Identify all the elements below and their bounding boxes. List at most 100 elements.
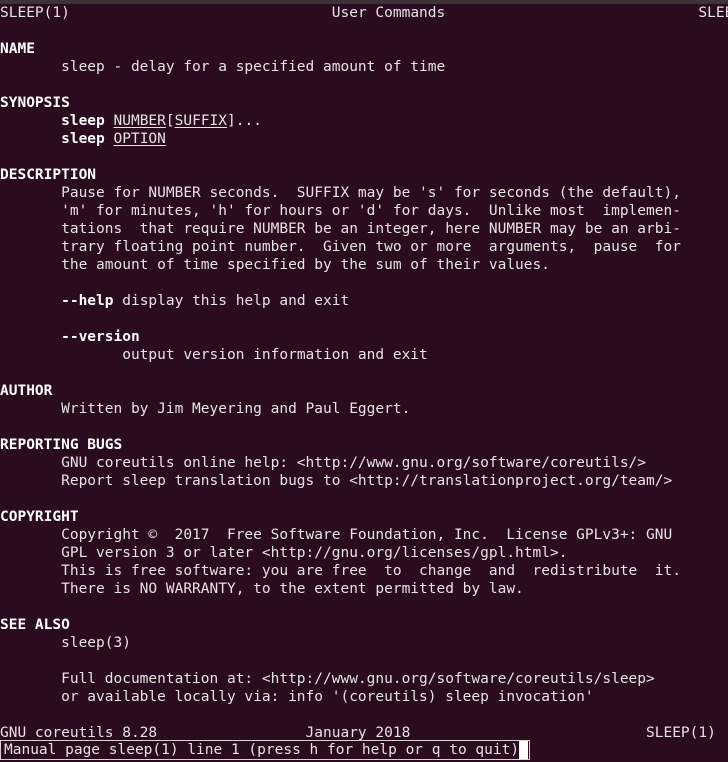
section-body-author: Written by Jim Meyering and Paul Eggert.	[0, 400, 728, 418]
reporting-bugs-text: Report sleep translation bugs to <http:/…	[61, 473, 673, 489]
synopsis-usage-line-2: sleep OPTION	[0, 130, 728, 148]
copyright-line: Copyright © 2017 Free Software Foundatio…	[0, 526, 728, 544]
option-help-line: --help display this help and exit	[0, 292, 728, 310]
see-also-text: or available locally via: info '(coreuti…	[61, 689, 594, 705]
copyright-text: GPL version 3 or later <http://gnu.org/l…	[61, 545, 568, 561]
description-paragraph-line: tations that require NUMBER be an intege…	[0, 220, 728, 238]
manpage-header-left: SLEEP(1)	[0, 5, 70, 21]
see-also-text: Full documentation at: <http://www.gnu.o…	[61, 671, 655, 687]
section-heading-see-also: SEE ALSO	[0, 617, 70, 633]
less-status-box[interactable]: Manual page sleep(1) line 1 (press h for…	[0, 740, 530, 760]
text-cursor	[519, 741, 529, 759]
less-status-bar[interactable]: Manual page sleep(1) line 1 (press h for…	[0, 740, 728, 762]
synopsis-bracket-close: ]	[227, 113, 236, 129]
see-also-line: Full documentation at: <http://www.gnu.o…	[0, 670, 728, 688]
see-also-text: sleep(3)	[61, 635, 131, 651]
description-text: the amount of time specified by the sum …	[61, 257, 550, 273]
copyright-text: This is free software: you are free to c…	[61, 563, 681, 579]
terminal-window: SLEEP(1) User Commands SLEEP(1) NAME sle…	[0, 0, 728, 762]
section-heading-name: NAME	[0, 41, 35, 57]
section-heading-author: AUTHOR	[0, 383, 53, 399]
less-status-text: Manual page sleep(1) line 1 (press h for…	[4, 742, 520, 758]
section-heading-synopsis: SYNOPSIS	[0, 95, 70, 111]
footer-gap-2	[410, 725, 646, 741]
description-text: tations that require NUMBER be an intege…	[61, 221, 681, 237]
copyright-text: Copyright © 2017 Free Software Foundatio…	[61, 527, 673, 543]
reporting-bugs-line: Report sleep translation bugs to <http:/…	[0, 472, 728, 490]
description-paragraph-line: 'm' for minutes, 'h' for hours or 'd' fo…	[0, 202, 728, 220]
manpage-footer-center: January 2018	[305, 725, 411, 741]
synopsis-bracket-open: [	[165, 113, 175, 129]
synopsis-ellipsis: ...	[235, 113, 262, 129]
reporting-bugs-line: GNU coreutils online help: <http://www.g…	[0, 454, 728, 472]
synopsis-arg-number: NUMBER	[113, 113, 166, 129]
header-gap-1	[70, 5, 332, 21]
manpage-header-line: SLEEP(1) User Commands SLEEP(1)	[0, 4, 728, 22]
option-flag-help: --help	[61, 293, 114, 309]
copyright-text: There is NO WARRANTY, to the extent perm…	[61, 581, 524, 597]
section-body-name: sleep - delay for a specified amount of …	[0, 58, 728, 76]
description-text: trary floating point number. Given two o…	[61, 239, 681, 255]
description-text: 'm' for minutes, 'h' for hours or 'd' fo…	[61, 203, 681, 219]
copyright-line: This is free software: you are free to c…	[0, 562, 728, 580]
description-text: Pause for NUMBER seconds. SUFFIX may be …	[61, 185, 681, 201]
synopsis-command: sleep	[61, 131, 105, 147]
synopsis-arg-option: OPTION	[113, 131, 166, 147]
description-paragraph-line: trary floating point number. Given two o…	[0, 238, 728, 256]
synopsis-arg-suffix: SUFFIX	[174, 113, 228, 129]
manpage-viewport[interactable]: SLEEP(1) User Commands SLEEP(1) NAME sle…	[0, 4, 728, 741]
manpage-header-center: User Commands	[331, 5, 446, 21]
author-text: Written by Jim Meyering and Paul Eggert.	[61, 401, 411, 417]
option-version-line: --version	[0, 328, 728, 346]
reporting-bugs-text: GNU coreutils online help: <http://www.g…	[61, 455, 647, 471]
description-paragraph-line: the amount of time specified by the sum …	[0, 256, 728, 274]
synopsis-command: sleep	[61, 113, 105, 129]
see-also-line: or available locally via: info '(coreuti…	[0, 688, 728, 706]
description-paragraph-line: Pause for NUMBER seconds. SUFFIX may be …	[0, 184, 728, 202]
see-also-line: sleep(3)	[0, 634, 728, 652]
section-heading-reporting-bugs: REPORTING BUGS	[0, 437, 123, 453]
manpage-footer-left: GNU coreutils 8.28	[0, 725, 158, 741]
copyright-line: There is NO WARRANTY, to the extent perm…	[0, 580, 728, 598]
copyright-line: GPL version 3 or later <http://gnu.org/l…	[0, 544, 728, 562]
option-version-description-line: output version information and exit	[0, 346, 728, 364]
section-heading-description: DESCRIPTION	[0, 167, 97, 183]
header-gap-2	[445, 5, 698, 21]
option-flag-version: --version	[61, 329, 140, 345]
synopsis-usage-line-1: sleep NUMBER[SUFFIX]...	[0, 112, 728, 130]
option-help-description: display this help and exit	[113, 293, 350, 309]
manpage-header-right: SLEEP(1)	[698, 5, 728, 21]
